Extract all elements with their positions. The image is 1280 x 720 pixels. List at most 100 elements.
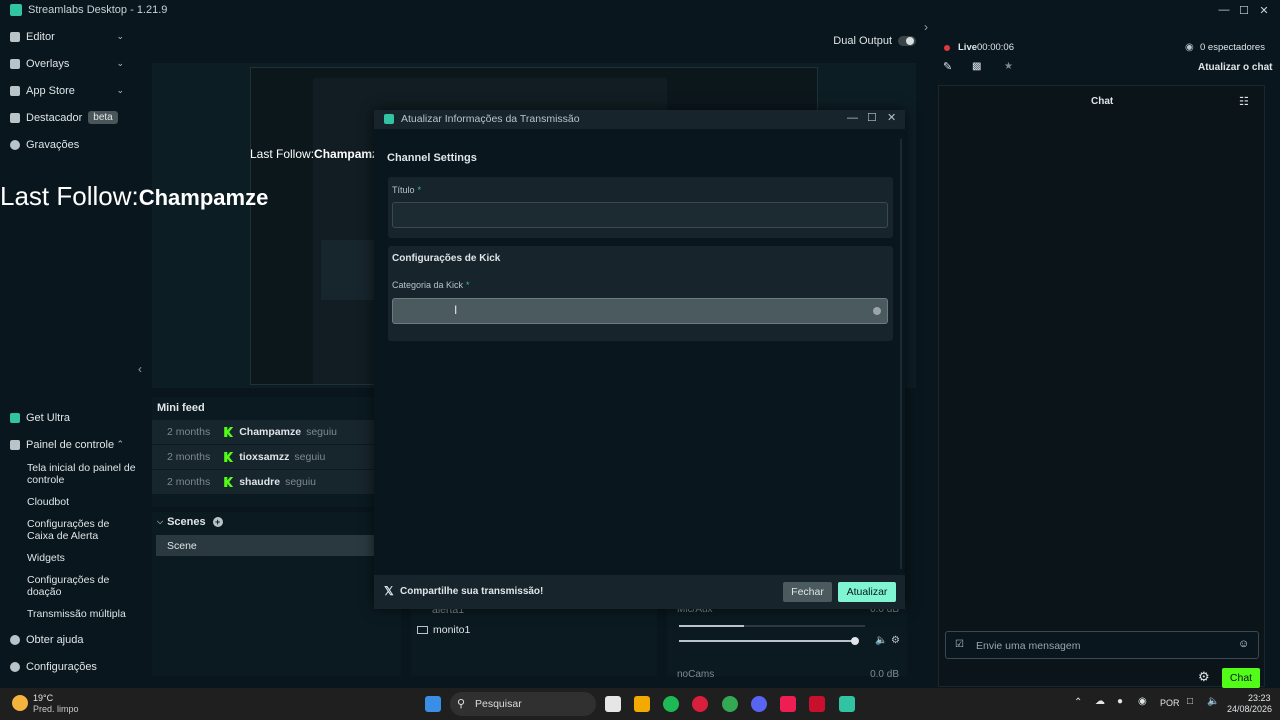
- tray-chevron-icon[interactable]: ⌃: [1074, 697, 1082, 708]
- sidebar: Editor ⌄ Overlays ⌄ App Store ⌄ Destacador b…: [0, 20, 146, 688]
- feed-row[interactable]: 2 months Champamze seguiu: [152, 420, 374, 444]
- sub-item-multistream[interactable]: Transmissão múltipla: [0, 602, 146, 626]
- feed-row[interactable]: 2 months shaudre seguiu: [152, 470, 374, 494]
- category-input[interactable]: I: [392, 298, 888, 324]
- volume-slider[interactable]: [679, 640, 855, 642]
- dual-output: Dual Output: [833, 35, 916, 47]
- minimize-icon[interactable]: —: [847, 112, 858, 124]
- close-icon[interactable]: ✕: [887, 111, 896, 124]
- sidebar-item-help[interactable]: Obter ajuda: [0, 626, 146, 653]
- text-cursor-icon: I: [454, 303, 458, 317]
- share-icon[interactable]: ★: [1004, 61, 1013, 72]
- highlighter-icon: [10, 112, 20, 123]
- discord-icon[interactable]: [751, 696, 767, 712]
- sidebar-item-recordings[interactable]: Gravações: [0, 131, 146, 158]
- mirror-title-bar: [251, 68, 817, 78]
- monitor-icon: [417, 626, 428, 634]
- title-label: Título *: [392, 185, 422, 195]
- mixer-source-name: noCams: [677, 669, 715, 680]
- chat-send-button[interactable]: Chat: [1222, 668, 1260, 688]
- overlays-icon: [10, 58, 20, 69]
- search-label: Pesquisar: [475, 698, 522, 710]
- spotify-icon[interactable]: [663, 696, 679, 712]
- opera-icon[interactable]: [692, 696, 708, 712]
- sidebar-item-highlighter[interactable]: Destacador beta: [0, 104, 146, 131]
- maximize-icon[interactable]: ☐: [867, 111, 877, 124]
- share-link[interactable]: Compartilhe sua transmissão!: [400, 586, 543, 597]
- chrome-icon[interactable]: [722, 696, 738, 712]
- clear-icon[interactable]: [873, 307, 881, 315]
- scrollbar[interactable]: [900, 139, 902, 569]
- feed-row[interactable]: 2 months tioxsamzz seguiu: [152, 445, 374, 469]
- sub-item-donation-settings[interactable]: Configurações de doação: [0, 570, 146, 602]
- sidebar-item-dashboard[interactable]: Painel de controle ⌃: [0, 431, 146, 458]
- eye-icon: ◉: [1185, 42, 1194, 53]
- chevron-down-icon: ⌄: [116, 85, 124, 95]
- close-icon[interactable]: ✕: [1254, 0, 1274, 20]
- chevron-down-icon: ⌄: [116, 31, 124, 41]
- title-input[interactable]: [392, 202, 888, 228]
- emoji-icon[interactable]: ☺: [1238, 638, 1249, 650]
- app-icon[interactable]: [809, 696, 825, 712]
- maximize-icon[interactable]: ☐: [1234, 0, 1254, 20]
- taskbar-search[interactable]: ⚲ Pesquisar: [450, 692, 596, 716]
- chevron-right-icon[interactable]: ›: [924, 20, 928, 34]
- sub-item-dashboard-home[interactable]: Tela inicial do painel de controle: [0, 458, 146, 490]
- file-explorer-icon[interactable]: [634, 696, 650, 712]
- source-item[interactable]: monito1: [433, 624, 470, 636]
- chat-input[interactable]: ☑ Envie uma mensagem ☺: [945, 631, 1259, 659]
- network-icon[interactable]: ◉: [1138, 696, 1147, 707]
- windows-start-icon[interactable]: [425, 696, 441, 712]
- streamlabs-taskbar-icon[interactable]: [839, 696, 855, 712]
- dashboard-icon: [10, 439, 20, 450]
- scene-item[interactable]: Scene: [156, 535, 401, 556]
- chevron-down-icon: ⌄: [116, 58, 124, 68]
- display-icon[interactable]: □: [1187, 696, 1193, 707]
- sidebar-item-editor[interactable]: Editor ⌄: [0, 23, 146, 50]
- clock-time[interactable]: 23:23: [1248, 693, 1271, 703]
- minimize-icon[interactable]: —: [1214, 0, 1234, 20]
- task-view-icon[interactable]: [605, 696, 621, 712]
- speaker-icon[interactable]: 🔈: [875, 635, 887, 646]
- sub-item-alert-box[interactable]: Configurações de Caixa de Alerta: [0, 514, 146, 546]
- update-stream-dialog: Atualizar Informações da Transmissão — ☐…: [374, 110, 905, 609]
- chevron-down-icon[interactable]: ⌵: [157, 517, 163, 527]
- mini-feed: Mini feed 2 months Champamze seguiu 2 mont…: [152, 397, 374, 507]
- onedrive-icon[interactable]: ☁: [1095, 696, 1105, 707]
- sidebar-item-settings[interactable]: Configurações: [0, 653, 146, 680]
- collapse-sidebar-icon[interactable]: ‹: [138, 362, 142, 376]
- clock-date[interactable]: 24/08/2026: [1227, 704, 1272, 714]
- dialog-footer: 𝕏 Compartilhe sua transmissão! Fechar At…: [374, 575, 905, 609]
- close-button[interactable]: Fechar: [783, 582, 832, 602]
- sidebar-item-get-ultra[interactable]: Get Ultra: [0, 404, 146, 431]
- viewer-count: 0 espectadores: [1200, 42, 1265, 53]
- microphone-icon[interactable]: ●: [1117, 696, 1123, 707]
- app-store-icon: [10, 85, 20, 96]
- language-indicator[interactable]: POR: [1160, 698, 1180, 708]
- sidebar-item-overlays[interactable]: Overlays ⌄: [0, 50, 146, 77]
- add-scene-icon[interactable]: +: [212, 517, 223, 527]
- volume-icon[interactable]: 🔈: [1207, 696, 1219, 707]
- gear-icon[interactable]: ⚙: [891, 635, 900, 646]
- sub-item-widgets[interactable]: Widgets: [0, 546, 146, 570]
- sidebar-item-app-store[interactable]: App Store ⌄: [0, 77, 146, 104]
- dual-output-toggle[interactable]: [898, 36, 916, 46]
- users-icon[interactable]: ☷: [1239, 95, 1249, 108]
- kick-icon: [224, 452, 234, 462]
- mirror-sidebar: [251, 78, 313, 384]
- search-icon: ⚲: [457, 698, 466, 710]
- help-icon: [10, 634, 20, 645]
- chat-area: Chat ☷ ☑ Envie uma mensagem ☺ ⚙ Chat: [938, 85, 1265, 688]
- edit-icon[interactable]: ✎: [943, 60, 952, 73]
- sub-item-cloudbot[interactable]: Cloudbot: [0, 490, 146, 514]
- level-meter-fill: [679, 625, 745, 627]
- taskbar: 19°C Pred. limpo ⚲ Pesquisar ⌃ ☁ ● ◉ POR…: [0, 688, 1280, 720]
- clip-icon[interactable]: ▩: [972, 61, 981, 72]
- level-meter: [679, 625, 865, 627]
- volume-slider-handle[interactable]: [851, 637, 859, 645]
- last-follow-large: Last Follow:Champamze: [0, 181, 269, 211]
- refresh-chat-button[interactable]: Atualizar o chat: [1198, 62, 1272, 73]
- update-button[interactable]: Atualizar: [838, 582, 896, 602]
- tiktok-icon[interactable]: [780, 696, 796, 712]
- gear-icon[interactable]: ⚙: [1198, 669, 1210, 685]
